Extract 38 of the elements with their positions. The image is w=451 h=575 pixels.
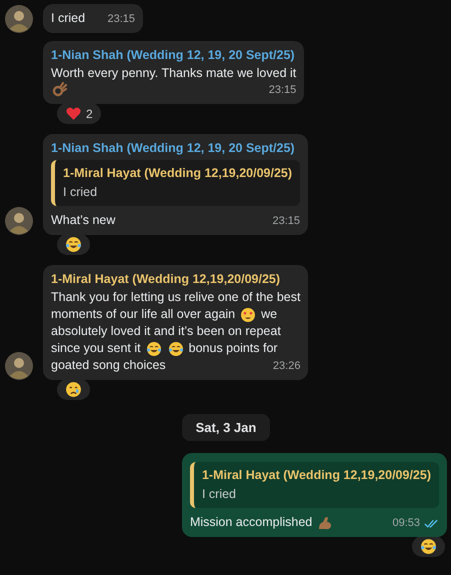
message-text: What’s new — [51, 212, 116, 229]
avatar-icon[interactable] — [5, 5, 33, 33]
quoted-text: I cried — [63, 184, 98, 201]
quoted-message[interactable]: 1-Miral Hayat (Wedding 12,19,20/09/25) I cried — [190, 462, 439, 508]
laughing-emoji-icon — [168, 340, 184, 356]
sender-name: 1-Nian Shah (Wedding 12, 19, 20 Sept/25) — [51, 140, 296, 157]
quoted-sender: 1-Miral Hayat (Wedding 12,19,20/09/25) — [63, 165, 292, 182]
message-time: 23:15 — [108, 12, 136, 27]
avatar-icon[interactable] — [5, 207, 33, 235]
message-time: 23:26 — [272, 359, 300, 374]
laughing-emoji-icon — [146, 340, 162, 356]
laughing-emoji-icon — [420, 538, 437, 555]
message-text: goated song choices — [51, 357, 166, 374]
message-time: 23:15 — [272, 214, 300, 229]
date-separator: Sat, 3 Jan — [182, 414, 270, 441]
avatar-icon[interactable] — [5, 352, 33, 380]
message-text: we — [261, 306, 278, 323]
sender-name: 1-Nian Shah (Wedding 12, 19, 20 Sept/25) — [51, 47, 296, 64]
crying-emoji-icon — [65, 381, 82, 398]
ok-hand-icon — [52, 82, 68, 98]
message-text: moments of our life all over again — [51, 306, 236, 323]
message-text: absolutely loved it and it’s been on repeat — [51, 323, 281, 340]
message-text: bonus points for — [188, 340, 278, 357]
quoted-text: I cried — [202, 486, 238, 503]
reaction-count: 2 — [86, 106, 93, 120]
message-text: Worth every penny. Thanks mate we loved it — [51, 65, 296, 82]
heart-eyes-emoji-icon — [240, 306, 256, 322]
quoted-message[interactable]: 1-Miral Hayat (Wedding 12,19,20/09/25) I cried — [51, 160, 300, 206]
message-text: Mission accomplished — [190, 514, 312, 531]
message-time: 09:53 — [392, 516, 420, 531]
message-text: I cried — [51, 10, 86, 27]
sender-name: 1-Miral Hayat (Wedding 12,19,20/09/25) — [51, 271, 282, 288]
message-text: Thank you for letting us relive one of the best — [51, 289, 300, 306]
message-time: 23:15 — [268, 83, 296, 98]
quoted-sender: 1-Miral Hayat (Wedding 12,19,20/09/25) — [202, 467, 431, 484]
message-text: since you sent it — [51, 340, 141, 357]
laughing-emoji-icon — [65, 236, 82, 253]
heart-icon — [65, 105, 82, 122]
